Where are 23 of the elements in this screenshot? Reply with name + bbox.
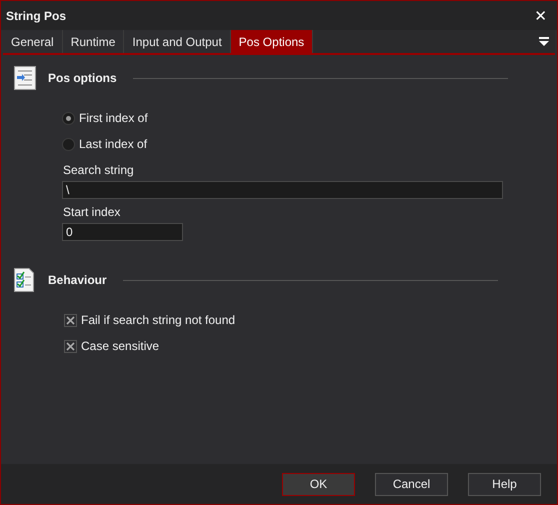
radio-label: First index of — [79, 111, 148, 125]
radio-button[interactable] — [62, 138, 75, 150]
checkbox[interactable] — [64, 314, 77, 326]
field-label: Search string — [63, 163, 135, 177]
checkbox[interactable] — [64, 340, 77, 352]
tab[interactable]: Input and Output — [124, 30, 231, 53]
dialog-button[interactable]: Cancel — [375, 472, 448, 496]
window-title: String Pos — [6, 8, 66, 22]
tab[interactable]: General — [3, 30, 63, 53]
input-field[interactable]: \ — [62, 181, 503, 199]
dialog-button[interactable]: Help — [468, 472, 541, 496]
checkbox-label: Fail if search string not found — [81, 313, 236, 327]
tab[interactable]: Runtime — [62, 30, 124, 53]
dialog-button[interactable]: OK — [282, 472, 355, 496]
radio-label: Last index of — [79, 137, 148, 151]
section-heading: Pos options — [48, 71, 117, 85]
section-heading: Behaviour — [48, 273, 107, 287]
checkbox-label: Case sensitive — [81, 339, 160, 353]
close-button[interactable]: ✕ — [530, 6, 551, 24]
field-label: Start index — [63, 205, 122, 219]
tab[interactable]: Pos Options — [230, 30, 314, 53]
radio-button[interactable] — [62, 112, 75, 124]
input-field[interactable]: 0 — [62, 223, 183, 241]
